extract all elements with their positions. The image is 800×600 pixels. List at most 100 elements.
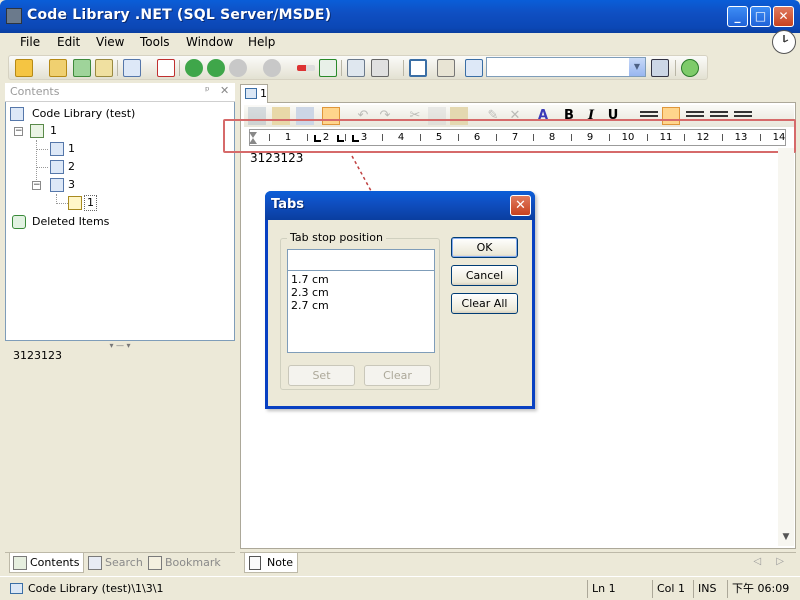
new-item-icon[interactable]: [123, 59, 141, 77]
document-tab[interactable]: 1: [240, 84, 268, 103]
minimize-button[interactable]: _: [727, 6, 748, 27]
contents-icon: [13, 556, 27, 570]
document-icon: [50, 142, 64, 156]
clear-all-button[interactable]: Clear All: [451, 293, 518, 314]
chevron-down-icon[interactable]: ▼: [629, 58, 645, 76]
note-nav-arrows[interactable]: ◁ ▷: [753, 556, 790, 567]
menu-tools[interactable]: Tools: [138, 35, 172, 49]
library-icon: [10, 107, 24, 121]
title-bar: Code Library .NET (SQL Server/MSDE) _ □ …: [0, 0, 800, 33]
contents-pane-header: Contents ᵖ ✕: [5, 83, 235, 102]
search-icon: [88, 556, 102, 570]
status-bar: Code Library (test)\1\3\1 Ln 1 Col 1 INS…: [0, 576, 800, 600]
pane-splitter[interactable]: ▾ — ▾: [100, 341, 140, 350]
tree-view: Code Library (test) − 1 1 2 − 3 1 Delete…: [5, 102, 235, 341]
find-in-icon[interactable]: [465, 59, 483, 77]
dialog-title: Tabs: [271, 197, 305, 212]
menu-edit[interactable]: Edit: [55, 35, 82, 49]
folder-icon[interactable]: [49, 59, 67, 77]
move-down-icon[interactable]: [207, 59, 225, 77]
group-label: Tab stop position: [287, 231, 386, 244]
menu-bar: File Edit View Tools Window Help: [0, 33, 800, 53]
back-icon[interactable]: [229, 59, 247, 77]
tree-label-selected: 1: [84, 195, 97, 211]
vertical-scrollbar[interactable]: ▼: [778, 148, 794, 546]
tree-label: Deleted Items: [32, 215, 110, 228]
tab-contents[interactable]: Contents: [9, 553, 85, 573]
note-icon: [249, 556, 261, 570]
new-note-icon: [68, 196, 82, 210]
status-line: Ln 1: [587, 580, 620, 598]
properties-icon[interactable]: [95, 59, 113, 77]
left-tab-strip: Contents Search Bookmark: [5, 552, 235, 574]
search-combo[interactable]: ▼: [486, 57, 646, 77]
document-text: 3123123: [250, 151, 304, 165]
cancel-button[interactable]: Cancel: [451, 265, 518, 286]
folder-tree-icon: [50, 178, 64, 192]
forward-icon[interactable]: [263, 59, 281, 77]
document-icon: [50, 160, 64, 174]
window-title: Code Library .NET (SQL Server/MSDE): [27, 7, 332, 23]
ruler-highlight-box: [223, 119, 796, 153]
menu-help[interactable]: Help: [246, 35, 277, 49]
toolbar-separator: [179, 60, 180, 76]
toolbar-separator: [675, 60, 676, 76]
ok-button[interactable]: OK: [451, 237, 518, 258]
scroll-down-icon[interactable]: ▼: [778, 532, 794, 544]
collapse-icon[interactable]: −: [14, 127, 23, 136]
remove-icon[interactable]: [297, 65, 315, 71]
tab-stop-list[interactable]: 1.7 cm 2.3 cm 2.7 cm: [287, 270, 435, 353]
tab-label: Bookmark: [165, 556, 221, 569]
tree-line: [36, 149, 48, 150]
tab-stop-input[interactable]: [287, 249, 435, 271]
document-tab-label: 1: [260, 87, 267, 100]
delete-icon[interactable]: [157, 59, 175, 77]
pane-close-icon[interactable]: ✕: [220, 84, 229, 97]
toolbar-separator: [117, 60, 118, 76]
close-button[interactable]: ✕: [773, 6, 794, 27]
status-time: 下午 06:09: [727, 580, 793, 598]
list-item[interactable]: 2.3 cm: [291, 286, 431, 299]
status-column: Col 1: [652, 580, 689, 598]
page-icon: [30, 124, 44, 138]
sync-icon[interactable]: [681, 59, 699, 77]
toolbar-separator: [403, 60, 404, 76]
tree-label: 3: [68, 178, 75, 191]
menu-view[interactable]: View: [94, 35, 126, 49]
dialog-title-bar: Tabs ✕: [265, 191, 535, 220]
collapse-icon[interactable]: −: [32, 181, 41, 190]
tab-note[interactable]: Note: [244, 553, 298, 573]
dialog-close-button[interactable]: ✕: [510, 195, 531, 216]
tree-label: 1: [50, 124, 57, 137]
document-tab-bar: 1: [240, 83, 796, 103]
indent-icon[interactable]: [319, 59, 337, 77]
status-mode: INS: [693, 580, 720, 598]
tree-label: 1: [68, 142, 75, 155]
binoculars-icon[interactable]: [651, 59, 669, 77]
bookmark-icon: [148, 556, 162, 570]
tab-label: Contents: [30, 556, 80, 569]
clear-button[interactable]: Clear: [364, 365, 431, 386]
open-folder-icon[interactable]: [15, 59, 33, 77]
tab-bookmark[interactable]: Bookmark: [145, 553, 225, 573]
tree-line: [56, 203, 68, 204]
tree-line: [36, 167, 48, 168]
tools-icon[interactable]: [437, 59, 455, 77]
recycle-bin-icon: [12, 215, 26, 229]
note-bar: Note ◁ ▷: [240, 552, 796, 574]
list-item[interactable]: 1.7 cm: [291, 273, 431, 286]
home-icon[interactable]: [347, 59, 365, 77]
refresh-icon[interactable]: [73, 59, 91, 77]
maximize-button[interactable]: □: [750, 6, 771, 27]
print-icon[interactable]: [371, 59, 389, 77]
tabs-dialog: Tabs ✕ Tab stop position 1.7 cm 2.3 cm 2…: [265, 191, 535, 409]
set-button[interactable]: Set: [288, 365, 355, 386]
move-up-icon[interactable]: [185, 59, 203, 77]
pin-icon[interactable]: ᵖ: [205, 84, 210, 97]
list-item[interactable]: 2.7 cm: [291, 299, 431, 312]
app-icon[interactable]: [6, 8, 22, 24]
menu-window[interactable]: Window: [184, 35, 235, 49]
tab-search[interactable]: Search: [85, 553, 147, 573]
fullscreen-icon[interactable]: [409, 59, 427, 77]
menu-file[interactable]: File: [18, 35, 42, 49]
